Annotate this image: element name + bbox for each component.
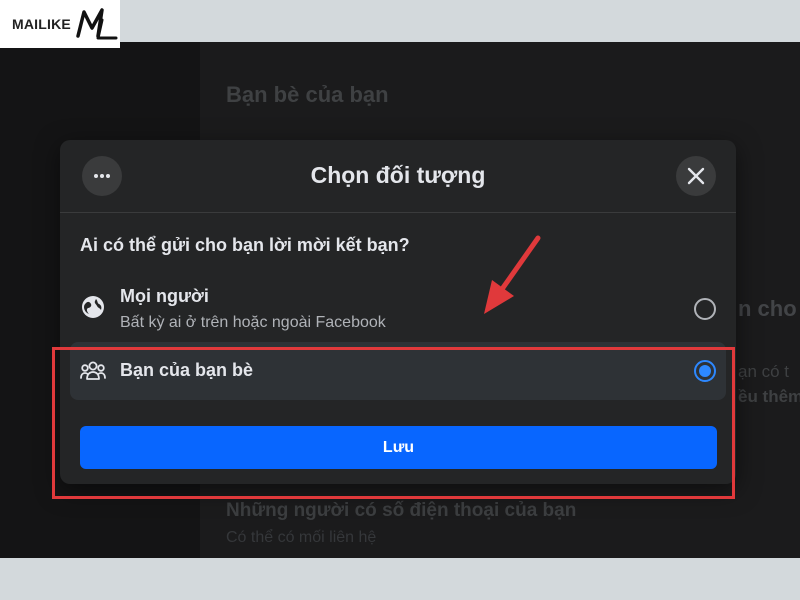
background-heading: Bạn bè của bạn: [226, 82, 389, 107]
close-button[interactable]: [676, 156, 716, 196]
background-fragment-1: n cho a: [738, 296, 800, 321]
annotation-arrow-icon: [484, 235, 541, 314]
dialog-title: Chọn đối tượng: [310, 162, 486, 188]
audience-question: Ai có thể gửi cho bạn lời mời kết bạn?: [80, 235, 410, 255]
background-phone-contacts-title: Những người có số điện thoại của bạn: [226, 500, 577, 521]
option-everyone-radio[interactable]: [694, 298, 716, 320]
dialog-header: Chọn đối tượng: [60, 140, 736, 213]
save-button[interactable]: Lưu: [80, 426, 717, 469]
option-friends-of-friends-title: Bạn của bạn bè: [120, 360, 254, 380]
globe-icon: [80, 294, 106, 320]
option-everyone[interactable]: Mọi người Bất kỳ ai ở trên hoặc ngoài Fa…: [70, 280, 726, 338]
background-fragment-3: ều thêm: [738, 387, 800, 406]
watermark-logo: MAILIKE: [0, 0, 120, 48]
background-phone-contacts-subtitle: Có thể có mối liên hệ: [226, 529, 377, 546]
audience-dialog: Chọn đối tượng Ai có thể gửi cho bạn lời…: [60, 140, 736, 484]
background-fragment-2: ạn có t: [738, 362, 790, 381]
option-friends-of-friends[interactable]: Bạn của bạn bè: [70, 342, 726, 400]
close-icon: [687, 167, 705, 185]
radio-selected-dot: [699, 365, 711, 377]
ml-monogram-icon: [76, 8, 118, 40]
option-friends-of-friends-radio[interactable]: [694, 360, 716, 382]
option-everyone-title: Mọi người: [120, 286, 209, 306]
watermark-text: MAILIKE: [12, 16, 71, 32]
friends-icon: [80, 358, 106, 384]
option-everyone-description: Bất kỳ ai ở trên hoặc ngoài Facebook: [120, 314, 386, 331]
